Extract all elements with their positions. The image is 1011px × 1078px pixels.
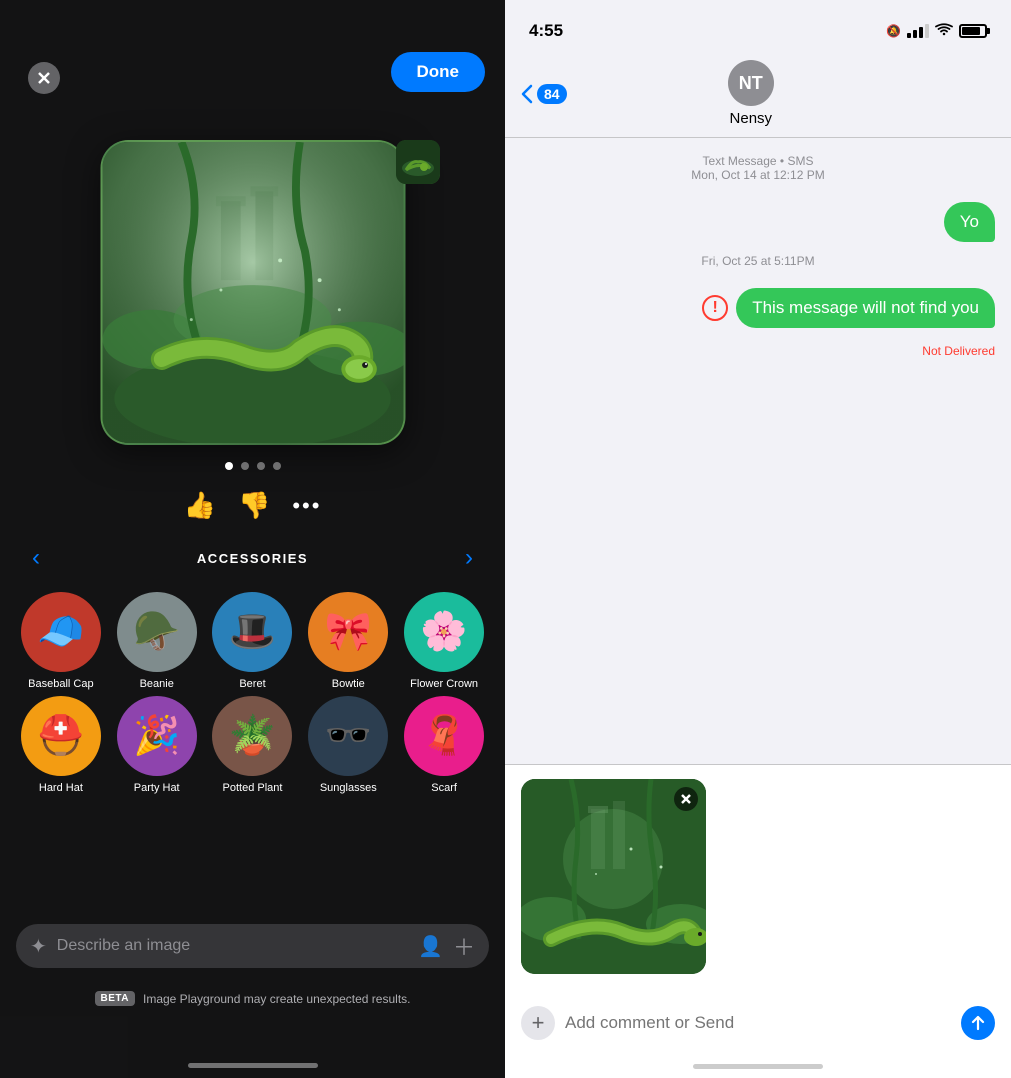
- more-icon[interactable]: •••: [292, 493, 321, 519]
- signal-bar-2: [913, 30, 917, 38]
- hard-hat-label: Hard Hat: [39, 782, 83, 794]
- contact-name: Nensy: [730, 110, 773, 127]
- home-indicator-bar: [693, 1064, 823, 1069]
- party-hat-label: Party Hat: [134, 782, 180, 794]
- message-bubble-yo: Yo: [944, 202, 995, 242]
- accessory-hard-hat[interactable]: ⛑️ Hard Hat: [16, 696, 106, 794]
- flower-crown-circle: 🌸: [404, 592, 484, 672]
- messages-area: Text Message • SMS Mon, Oct 14 at 12:12 …: [505, 138, 1011, 764]
- compose-add-button[interactable]: +: [521, 1006, 555, 1040]
- bell-icon: 🔕: [886, 24, 901, 38]
- beanie-label: Beanie: [140, 678, 174, 690]
- sunglasses-label: Sunglasses: [320, 782, 377, 794]
- baseball-cap-label: Baseball Cap: [28, 678, 93, 690]
- scarf-label: Scarf: [431, 782, 457, 794]
- message-bubble-failed: This message will not find you: [736, 288, 995, 328]
- status-icons: 🔕: [886, 23, 987, 40]
- accessory-beret[interactable]: 🎩 Beret: [208, 592, 298, 690]
- main-image-container: [100, 140, 405, 445]
- bowtie-label: Bowtie: [332, 678, 365, 690]
- party-hat-circle: 🎉: [117, 696, 197, 776]
- next-category-button[interactable]: ›: [457, 540, 481, 576]
- scarf-circle: 🧣: [404, 696, 484, 776]
- done-button[interactable]: Done: [391, 52, 486, 92]
- describe-placeholder: Describe an image: [57, 937, 408, 955]
- not-delivered-label: Not Delivered: [521, 344, 995, 358]
- status-bar: 4:55 🔕: [505, 0, 1011, 54]
- dot-4: [273, 462, 281, 470]
- status-time: 4:55: [529, 21, 563, 41]
- baseball-cap-circle: 🧢: [21, 592, 101, 672]
- home-indicator-right: [505, 1054, 1011, 1078]
- add-icon[interactable]: ＋: [453, 930, 475, 962]
- person-icon[interactable]: 👤: [418, 934, 443, 959]
- battery-icon: [959, 24, 987, 38]
- error-icon[interactable]: !: [702, 295, 728, 321]
- wifi-icon: [935, 23, 953, 40]
- prev-category-button[interactable]: ‹: [24, 540, 48, 576]
- signal-bars: [907, 24, 929, 38]
- message-row-yo: Yo: [521, 202, 995, 242]
- beret-label: Beret: [239, 678, 265, 690]
- beret-circle: 🎩: [212, 592, 292, 672]
- accessories-header: ‹ ACCESSORIES ›: [10, 540, 495, 576]
- signal-bar-3: [919, 27, 923, 38]
- sunglasses-circle: 🕶️: [308, 696, 388, 776]
- page-dots: [225, 462, 281, 470]
- compose-input[interactable]: [565, 1013, 951, 1033]
- signal-bar-4: [925, 24, 929, 38]
- accessory-potted-plant[interactable]: 🪴 Potted Plant: [208, 696, 298, 794]
- timestamp-2: Fri, Oct 25 at 5:11PM: [521, 254, 995, 268]
- accessory-flower-crown[interactable]: 🌸 Flower Crown: [399, 592, 489, 690]
- accessory-beanie[interactable]: 🪖 Beanie: [112, 592, 202, 690]
- dot-2: [241, 462, 249, 470]
- compose-row: +: [521, 1006, 995, 1040]
- thumbs-up-icon[interactable]: 👍: [184, 490, 216, 521]
- accessories-grid-row1: 🧢 Baseball Cap 🪖 Beanie 🎩 Beret 🎀 Bowtie…: [10, 592, 495, 794]
- potted-plant-circle: 🪴: [212, 696, 292, 776]
- remove-image-button[interactable]: [674, 787, 698, 811]
- accessory-bowtie[interactable]: 🎀 Bowtie: [303, 592, 393, 690]
- battery-fill: [962, 27, 980, 35]
- nav-bar: 84 NT Nensy: [505, 54, 1011, 138]
- attached-image: [521, 779, 706, 974]
- signal-bar-1: [907, 33, 911, 38]
- bowtie-circle: 🎀: [308, 592, 388, 672]
- message-row-failed: ! This message will not find you: [521, 288, 995, 328]
- describe-bar[interactable]: ✦ Describe an image 👤 ＋: [16, 924, 489, 968]
- back-button[interactable]: 84: [521, 84, 567, 104]
- accessories-section: ‹ ACCESSORIES › 🧢 Baseball Cap 🪖 Beanie …: [0, 540, 505, 794]
- accessories-title: ACCESSORIES: [197, 551, 308, 566]
- dot-3: [257, 462, 265, 470]
- compose-area: +: [505, 764, 1011, 1054]
- contact-avatar[interactable]: NT: [728, 60, 774, 106]
- accessory-sunglasses[interactable]: 🕶️ Sunglasses: [303, 696, 393, 794]
- accessory-scarf[interactable]: 🧣 Scarf: [399, 696, 489, 794]
- accessory-baseball-cap[interactable]: 🧢 Baseball Cap: [16, 592, 106, 690]
- home-indicator-left: [188, 1063, 318, 1068]
- beanie-circle: 🪖: [117, 592, 197, 672]
- beta-bar: BETA Image Playground may create unexpec…: [0, 991, 505, 1006]
- beta-text: Image Playground may create unexpected r…: [143, 992, 410, 1006]
- feedback-row: 👍 👎 •••: [184, 490, 322, 521]
- hard-hat-circle: ⛑️: [21, 696, 101, 776]
- left-panel: Done: [0, 0, 505, 1078]
- snake-image: [100, 140, 405, 445]
- potted-plant-label: Potted Plant: [223, 782, 283, 794]
- back-badge: 84: [537, 84, 567, 104]
- contact-center: NT Nensy: [728, 60, 774, 127]
- small-avatar: [396, 140, 440, 184]
- flower-crown-label: Flower Crown: [410, 678, 478, 690]
- timestamp-1: Text Message • SMS Mon, Oct 14 at 12:12 …: [521, 154, 995, 182]
- describe-icon: ✦: [30, 934, 47, 959]
- dot-1: [225, 462, 233, 470]
- accessory-party-hat[interactable]: 🎉 Party Hat: [112, 696, 202, 794]
- beta-badge: BETA: [95, 991, 135, 1006]
- thumbs-down-icon[interactable]: 👎: [238, 490, 270, 521]
- close-button[interactable]: [28, 62, 60, 94]
- send-button[interactable]: [961, 1006, 995, 1040]
- right-panel: 4:55 🔕: [505, 0, 1011, 1078]
